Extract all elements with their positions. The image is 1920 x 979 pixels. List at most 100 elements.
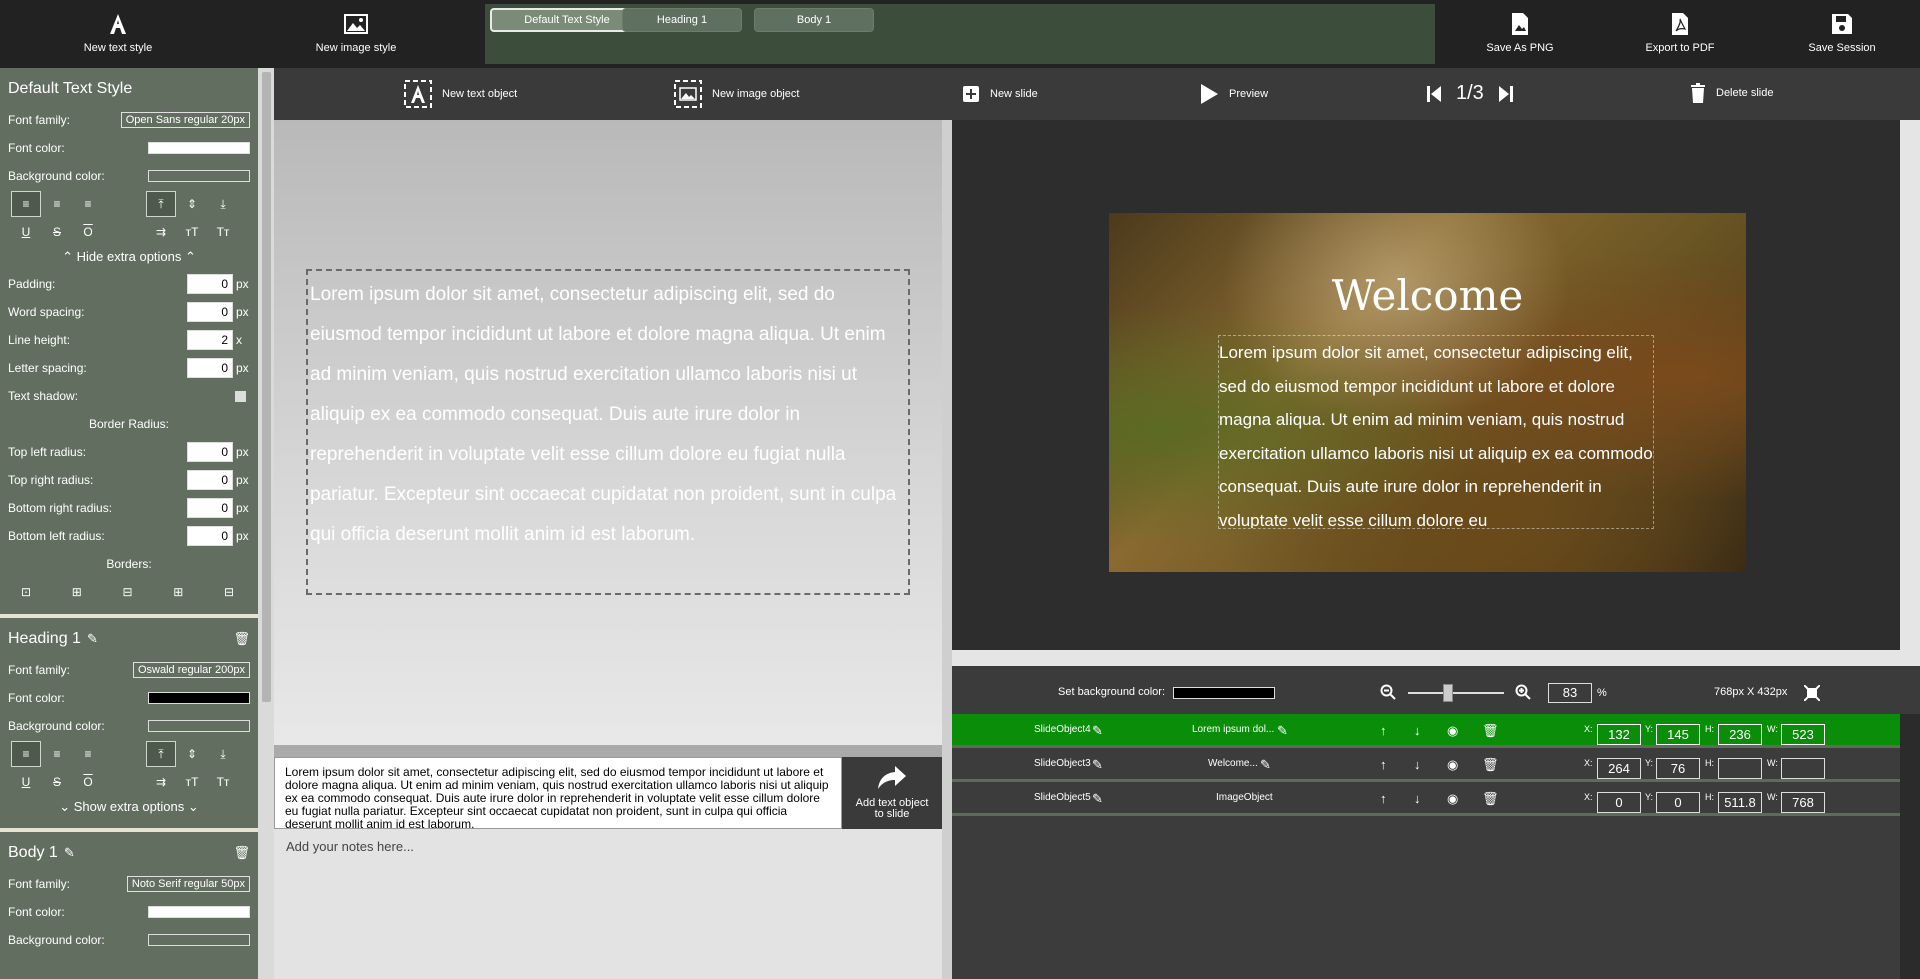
move-up-icon[interactable]: ↑ <box>1380 791 1387 806</box>
wrap-text-icon[interactable]: ⇉ <box>147 770 175 794</box>
new-image-style-button[interactable]: New image style <box>308 10 404 54</box>
slide-object-row[interactable]: SlideObject4 ✎ Lorem ipsum dol... ✎ ↑ ↓ … <box>952 714 1900 748</box>
last-slide-icon[interactable] <box>1498 84 1514 104</box>
height-input[interactable]: 236 <box>1718 724 1762 745</box>
new-slide-button[interactable]: New slide <box>962 85 1038 103</box>
eye-icon[interactable]: ◉ <box>1447 791 1458 807</box>
word-spacing-input[interactable]: 0 <box>187 302 233 322</box>
preview-horizontal-scrollbar[interactable] <box>952 650 1920 666</box>
fit-to-screen-icon[interactable] <box>1804 685 1820 701</box>
valign-bottom-icon[interactable]: ⤓ <box>209 192 237 216</box>
width-input[interactable]: 768 <box>1781 792 1825 813</box>
valign-middle-icon[interactable]: ⇕ <box>178 742 206 766</box>
trash-icon[interactable]: 🗑 <box>1482 791 1499 807</box>
wrap-text-icon[interactable]: ⇉ <box>147 220 175 244</box>
align-left-icon[interactable]: ≡ <box>11 191 41 217</box>
text-object-editor[interactable]: Lorem ipsum dolor sit amet, consectetur … <box>306 269 910 595</box>
text-source-textarea[interactable]: Lorem ipsum dolor sit amet, consectetur … <box>274 757 842 829</box>
hide-extra-options-toggle[interactable]: ⌃ Hide extra options ⌃ <box>8 246 250 270</box>
align-center-icon[interactable]: ≡ <box>43 742 71 766</box>
slide-title[interactable]: Welcome <box>1109 271 1746 320</box>
preview-vertical-scrollbar[interactable] <box>1900 120 1920 650</box>
line-height-input[interactable]: 2 <box>187 330 233 350</box>
underline-icon[interactable]: U <box>12 220 40 244</box>
eye-icon[interactable]: ◉ <box>1447 757 1458 773</box>
letter-spacing-input[interactable]: 0 <box>187 358 233 378</box>
preview-button[interactable]: Preview <box>1199 83 1268 105</box>
zoom-slider-thumb[interactable] <box>1443 684 1453 702</box>
move-down-icon[interactable]: ↓ <box>1414 723 1421 738</box>
edit-icon[interactable]: ✎ <box>1092 757 1103 773</box>
edit-icon[interactable]: ✎ <box>1277 723 1288 739</box>
top-right-radius-input[interactable]: 0 <box>187 470 233 490</box>
editor-resize-bar[interactable] <box>274 745 942 757</box>
font-family-select[interactable]: Oswald regular 200px <box>132 662 250 678</box>
width-input[interactable] <box>1781 758 1825 779</box>
background-color-picker[interactable] <box>148 934 250 946</box>
x-input[interactable]: 264 <box>1597 758 1641 779</box>
valign-top-icon[interactable]: ⤒ <box>146 191 176 217</box>
edit-icon[interactable]: ✎ <box>1260 757 1271 773</box>
y-input[interactable]: 145 <box>1656 724 1700 745</box>
strikethrough-icon[interactable]: S <box>43 770 71 794</box>
trash-icon[interactable]: 🗑 <box>1482 723 1499 739</box>
align-left-icon[interactable]: ≡ <box>11 741 41 767</box>
tab-body-1[interactable]: Body 1 <box>754 8 874 32</box>
zoom-input[interactable]: 83 <box>1548 683 1592 703</box>
trash-icon[interactable]: 🗑 <box>1482 757 1499 773</box>
zoom-in-icon[interactable] <box>1515 684 1531 700</box>
trash-icon[interactable]: 🗑 <box>233 631 250 647</box>
align-right-icon[interactable]: ≡ <box>74 742 102 766</box>
new-text-style-button[interactable]: New text style <box>78 10 158 54</box>
edit-icon[interactable]: ✎ <box>64 845 75 861</box>
underline-icon[interactable]: U <box>12 770 40 794</box>
valign-middle-icon[interactable]: ⇕ <box>178 192 206 216</box>
border-bottom-icon[interactable]: ⊟ <box>215 580 243 604</box>
tab-heading-1[interactable]: Heading 1 <box>622 8 742 32</box>
align-right-icon[interactable]: ≡ <box>74 192 102 216</box>
trash-icon[interactable]: 🗑 <box>233 845 250 861</box>
border-outer-icon[interactable]: ⊡ <box>12 580 40 604</box>
tab-default-text-style[interactable]: Default Text Style <box>490 8 644 32</box>
y-input[interactable]: 0 <box>1656 792 1700 813</box>
align-center-icon[interactable]: ≡ <box>43 192 71 216</box>
eye-icon[interactable]: ◉ <box>1447 723 1458 739</box>
bottom-right-radius-input[interactable]: 0 <box>187 498 233 518</box>
top-left-radius-input[interactable]: 0 <box>187 442 233 462</box>
y-input[interactable]: 76 <box>1656 758 1700 779</box>
text-height-icon[interactable]: ᴛT <box>178 770 206 794</box>
zoom-slider[interactable] <box>1408 692 1504 694</box>
valign-top-icon[interactable]: ⤒ <box>146 741 176 767</box>
show-extra-options-toggle[interactable]: ⌄ Show extra options ⌄ <box>8 796 250 820</box>
save-png-button[interactable]: Save As PNG <box>1478 10 1562 54</box>
save-session-button[interactable]: Save Session <box>1798 10 1886 54</box>
zoom-out-icon[interactable] <box>1380 684 1396 700</box>
slide-background-color-picker[interactable] <box>1173 687 1275 699</box>
new-text-object-button[interactable]: New text object <box>404 80 517 108</box>
edit-icon[interactable]: ✎ <box>87 631 98 647</box>
border-right-icon[interactable]: ⊞ <box>164 580 192 604</box>
background-color-picker[interactable] <box>148 170 250 182</box>
strikethrough-icon[interactable]: S <box>43 220 71 244</box>
text-shadow-checkbox[interactable] <box>235 390 246 402</box>
pane-divider[interactable] <box>942 120 952 979</box>
font-family-select[interactable]: Noto Serif regular 50px <box>126 876 250 892</box>
slide-object-row[interactable]: SlideObject3 ✎ Welcome... ✎ ↑ ↓ ◉ 🗑 X: 2… <box>952 748 1900 782</box>
text-height-icon[interactable]: ᴛT <box>178 220 206 244</box>
move-down-icon[interactable]: ↓ <box>1414 791 1421 806</box>
x-input[interactable]: 132 <box>1597 724 1641 745</box>
add-text-object-button[interactable]: Add text object to slide <box>842 757 942 829</box>
move-up-icon[interactable]: ↑ <box>1380 757 1387 772</box>
delete-slide-button[interactable]: Delete slide <box>1690 83 1773 103</box>
bottom-left-radius-input[interactable]: 0 <box>187 526 233 546</box>
sidebar-scroll-thumb[interactable] <box>262 72 271 702</box>
text-width-icon[interactable]: Tт <box>209 220 237 244</box>
overline-icon[interactable]: O <box>74 770 102 794</box>
font-color-picker[interactable] <box>148 142 250 154</box>
font-color-picker[interactable] <box>148 906 250 918</box>
notes-input[interactable]: Add your notes here... <box>274 829 942 979</box>
font-color-picker[interactable] <box>148 692 250 704</box>
edit-icon[interactable]: ✎ <box>1092 791 1103 807</box>
first-slide-icon[interactable] <box>1426 84 1442 104</box>
slide-text-object[interactable]: Lorem ipsum dolor sit amet, consectetur … <box>1218 335 1654 529</box>
